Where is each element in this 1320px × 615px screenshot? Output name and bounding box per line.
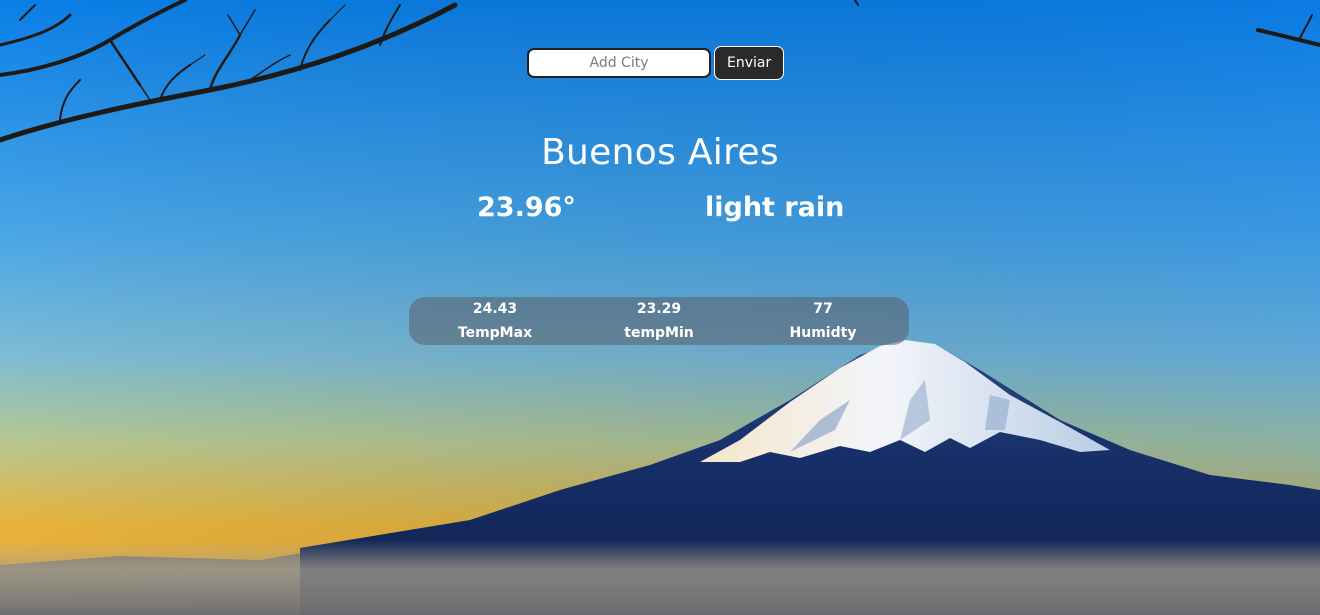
current-weather-row: 23.96° light rain [0, 192, 1320, 232]
stat-value: 77 [813, 301, 833, 317]
stat-label: tempMin [624, 325, 694, 341]
stat-label: TempMax [457, 325, 533, 341]
stat-temp-min: 23.29 tempMin [599, 297, 719, 345]
stat-label: Humidty [789, 325, 857, 341]
send-button[interactable]: Enviar [714, 46, 785, 80]
weather-description: light rain [705, 192, 845, 223]
city-input[interactable] [527, 48, 711, 78]
stat-value: 23.29 [636, 301, 682, 317]
stat-temp-max: 24.43 TempMax [435, 297, 555, 345]
current-temperature: 23.96° [477, 192, 576, 223]
search-bar: Enviar [527, 46, 785, 80]
stat-humidity: 77 Humidty [763, 297, 883, 345]
city-name: Buenos Aires [541, 132, 779, 173]
weather-stats-panel: 24.43 TempMax 23.29 tempMin 77 Humidty [409, 297, 909, 345]
weather-app: Enviar Buenos Aires 23.96° light rain 24… [0, 0, 1320, 615]
stat-value: 24.43 [472, 301, 518, 317]
